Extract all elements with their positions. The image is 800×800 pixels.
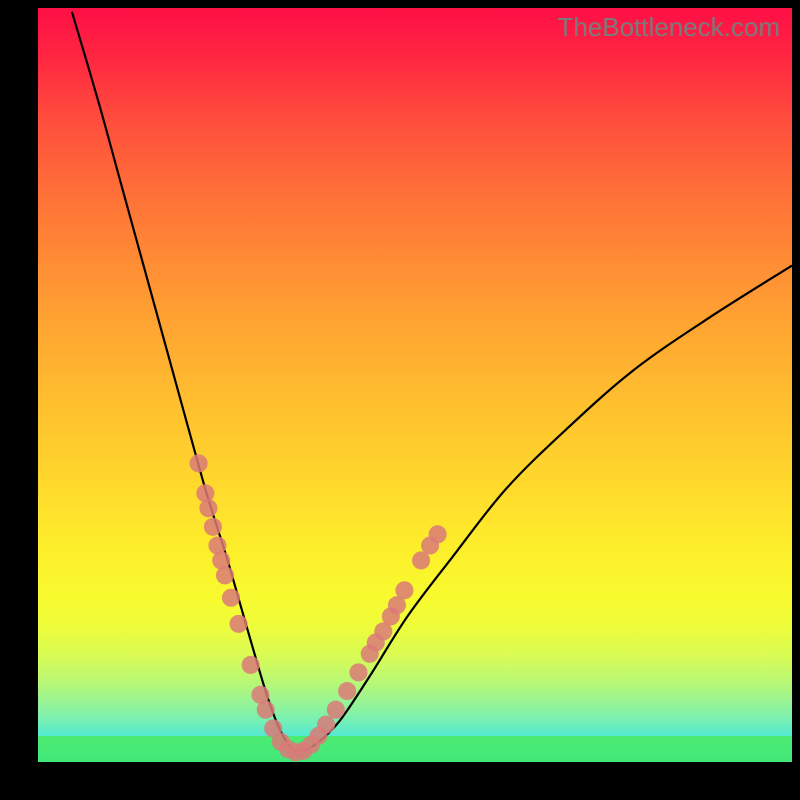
marker-dot [338, 682, 356, 700]
marker-dot [230, 615, 248, 633]
curve-markers [190, 454, 447, 761]
marker-dot [429, 525, 447, 543]
marker-dot [190, 454, 208, 472]
marker-dot [349, 663, 367, 681]
bottleneck-curve [72, 12, 792, 751]
watermark-text: TheBottleneck.com [557, 12, 780, 43]
marker-dot [327, 701, 345, 719]
marker-dot [199, 499, 217, 517]
marker-dot [317, 716, 335, 734]
marker-dot [196, 484, 214, 502]
marker-dot [216, 566, 234, 584]
marker-dot [222, 589, 240, 607]
figure-frame: TheBottleneck.com [0, 0, 800, 800]
marker-dot [204, 518, 222, 536]
chart-svg [38, 8, 792, 762]
marker-dot [257, 701, 275, 719]
marker-dot [395, 581, 413, 599]
plot-area: TheBottleneck.com [38, 8, 792, 762]
marker-dot [242, 656, 260, 674]
